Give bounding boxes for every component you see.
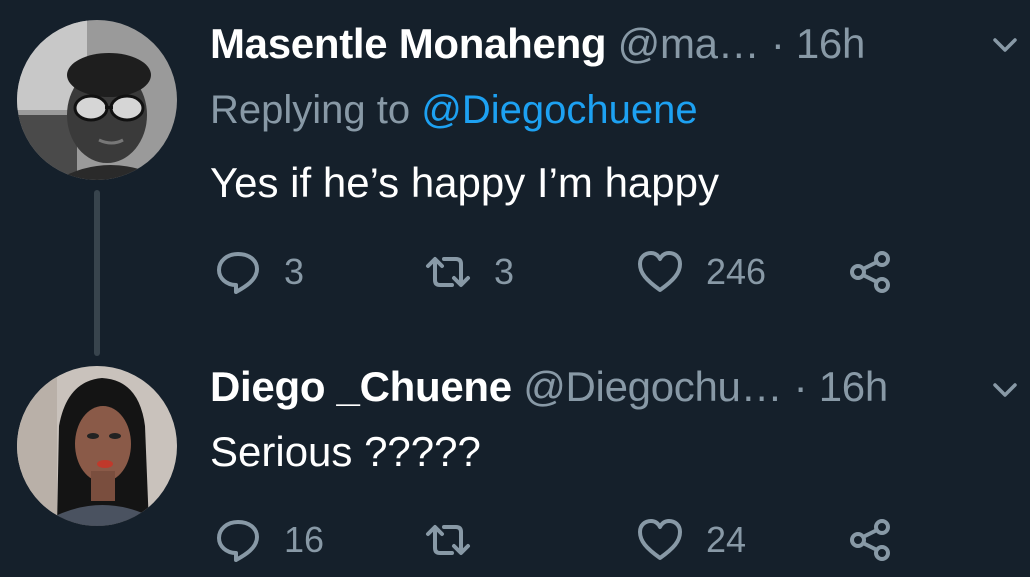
woman-sunglasses-avatar-image bbox=[17, 20, 177, 180]
tweet-actions: 16 24 bbox=[210, 510, 930, 570]
separator-dot: · bbox=[770, 20, 785, 67]
share-icon bbox=[850, 519, 890, 561]
replying-to: Replying to @Diegochuene bbox=[210, 86, 698, 134]
heart-icon bbox=[638, 519, 682, 560]
tweet-text: Yes if he’s happy I’m happy bbox=[210, 159, 720, 206]
separator-dot: · bbox=[793, 363, 808, 410]
retweet-count: 3 bbox=[494, 251, 515, 292]
reply-count: 16 bbox=[284, 519, 325, 560]
heart-icon bbox=[638, 251, 682, 292]
display-name[interactable]: Diego _Chuene bbox=[210, 363, 512, 410]
chevron-down-icon[interactable] bbox=[990, 375, 1020, 405]
user-handle[interactable]: @Diegochu… bbox=[523, 363, 782, 410]
retweet-icon bbox=[426, 525, 470, 555]
timestamp[interactable]: 16h bbox=[796, 20, 865, 67]
timestamp[interactable]: 16h bbox=[819, 363, 888, 410]
tweet-actions: 3 3 246 bbox=[210, 242, 930, 302]
share-button[interactable] bbox=[846, 242, 894, 302]
reply-icon bbox=[217, 520, 259, 562]
avatar[interactable] bbox=[17, 366, 177, 526]
retweet-icon bbox=[426, 257, 470, 287]
retweet-button[interactable]: 3 bbox=[424, 242, 514, 302]
replying-to-label: Replying to bbox=[210, 88, 411, 132]
replying-to-mention[interactable]: @Diegochuene bbox=[421, 88, 697, 132]
reply-icon bbox=[217, 252, 259, 294]
reply-count: 3 bbox=[284, 251, 305, 292]
like-button[interactable]: 246 bbox=[636, 242, 766, 302]
like-count: 246 bbox=[706, 251, 767, 292]
share-button[interactable] bbox=[846, 510, 894, 570]
avatar[interactable] bbox=[17, 20, 177, 180]
chevron-down-icon[interactable] bbox=[990, 30, 1020, 60]
tweet-text: Serious ????? bbox=[210, 428, 481, 475]
woman-dark-hair-avatar-image bbox=[17, 366, 177, 526]
reply-button[interactable]: 3 bbox=[214, 242, 304, 302]
like-button[interactable]: 24 bbox=[636, 510, 746, 570]
reply-button[interactable]: 16 bbox=[214, 510, 324, 570]
like-count: 24 bbox=[706, 519, 747, 560]
tweet-header: Diego _Chuene @Diegochu… · 16h bbox=[210, 363, 888, 411]
tweet-header: Masentle Monaheng @ma… · 16h bbox=[210, 20, 865, 68]
user-handle[interactable]: @ma… bbox=[618, 20, 760, 67]
tweet-1[interactable]: Masentle Monaheng @ma… · 16h Replying to… bbox=[0, 0, 1030, 330]
tweet-2[interactable]: Diego _Chuene @Diegochu… · 16h Serious ?… bbox=[0, 330, 1030, 577]
share-icon bbox=[850, 251, 890, 293]
display-name[interactable]: Masentle Monaheng bbox=[210, 20, 607, 67]
retweet-button[interactable] bbox=[424, 510, 494, 570]
